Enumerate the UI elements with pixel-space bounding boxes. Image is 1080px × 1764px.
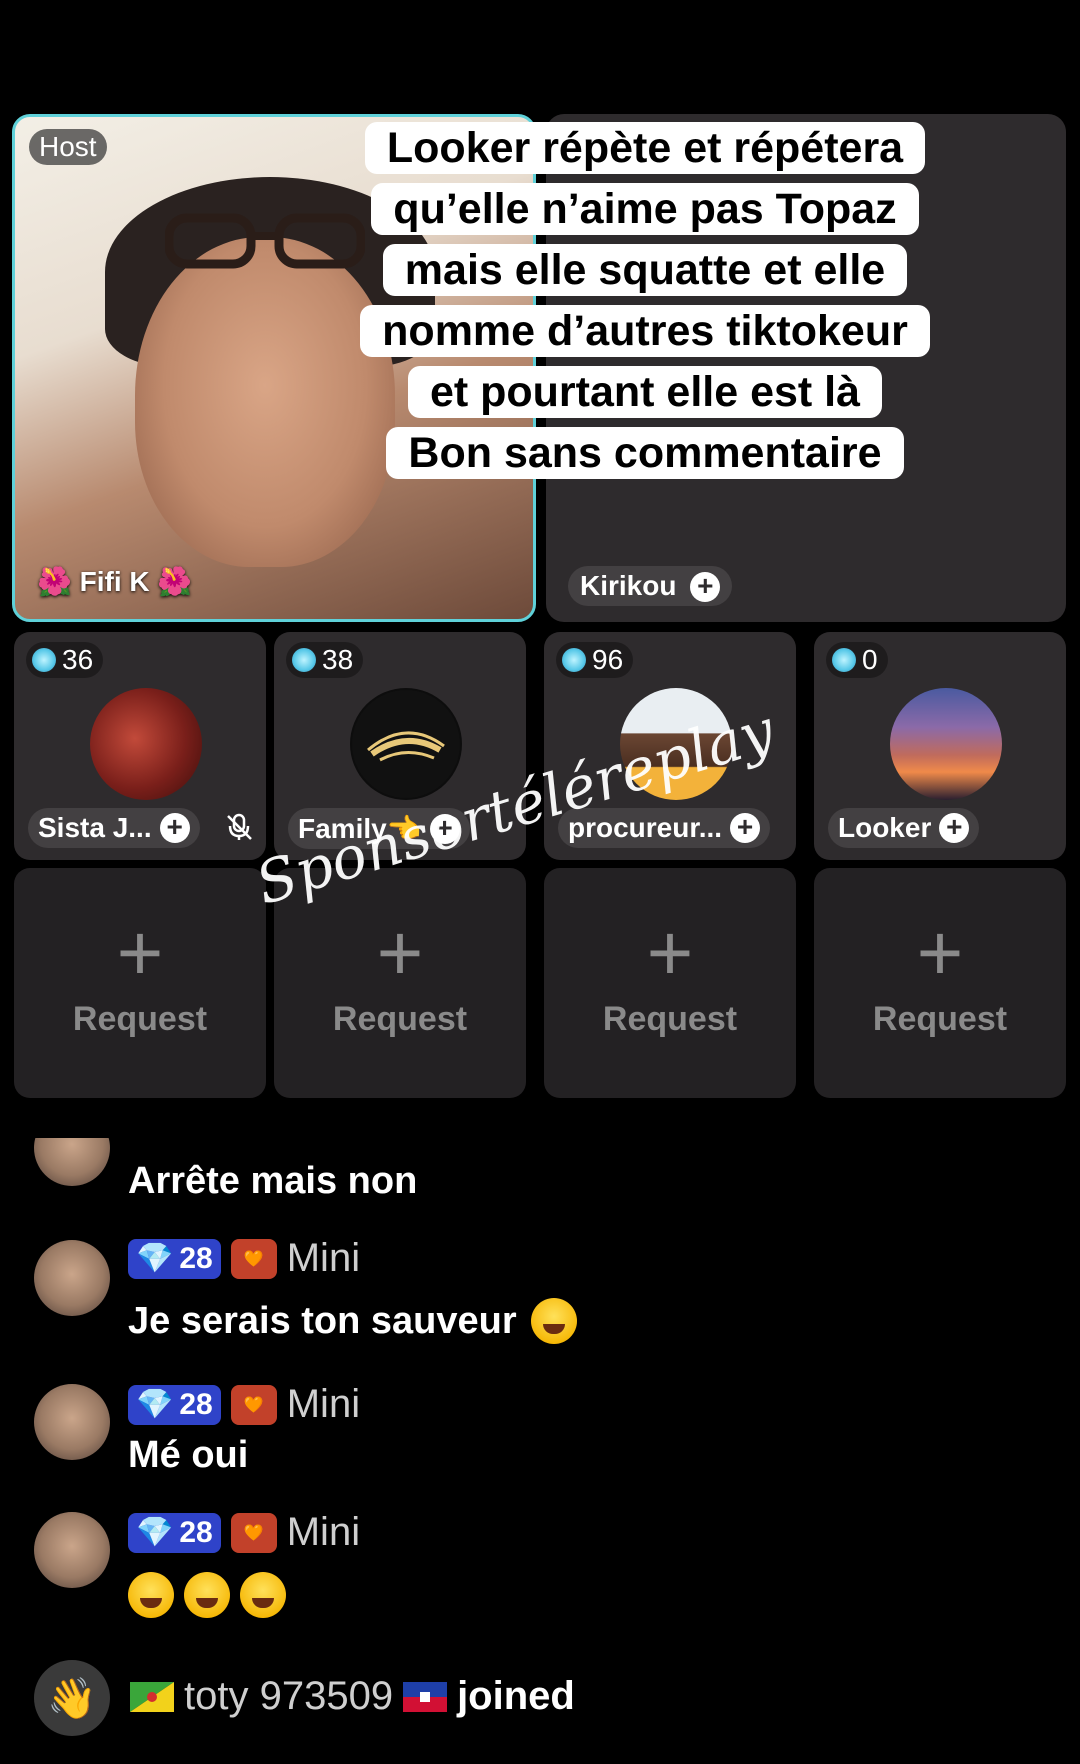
score-badge: 96 [556, 642, 634, 678]
level-badge: 💎 28 [128, 1238, 221, 1279]
chat-meta: 💎 28 🧡 Mini [128, 1236, 360, 1281]
host-name: 🌺 Fifi K 🌺 [37, 566, 193, 597]
mic-off-icon [227, 813, 252, 840]
gem-icon [562, 648, 586, 672]
caption-line: et pourtant elle est là [407, 366, 883, 418]
score-value: 0 [862, 644, 878, 675]
flag-icon [130, 1681, 174, 1712]
request-slot-1[interactable]: + Request [14, 868, 266, 1098]
plus-icon[interactable]: + [939, 813, 970, 843]
caption-line: qu’elle n’aime pas Topaz [371, 183, 919, 235]
score-badge: 36 [26, 642, 104, 678]
diamond-icon: 💎 [136, 1516, 174, 1549]
guest-name-label: Looker [838, 812, 932, 843]
caption-line: nomme d’autres tiktokeur [360, 305, 930, 357]
laughing-emoji-icon [184, 1572, 230, 1618]
flag-icon [403, 1681, 448, 1712]
score-value: 36 [62, 644, 94, 675]
avatar[interactable] [890, 688, 1002, 800]
guest-tile-1[interactable]: 36 Sista J... + [14, 632, 266, 860]
diamond-icon: 💎 [136, 1242, 174, 1275]
avatar[interactable] [34, 1512, 110, 1588]
avatar[interactable] [90, 688, 202, 800]
guest-tile-4[interactable]: 0 Looker + [814, 632, 1066, 860]
family-tv-logo [352, 690, 460, 798]
wave-hand-icon[interactable]: 👋 [34, 1660, 110, 1736]
chat-message: Mé oui [128, 1434, 249, 1476]
guest-name-label: Sista J... [38, 812, 152, 843]
gem-icon [832, 648, 856, 672]
diamond-icon: 💎 [136, 1388, 174, 1421]
host-badge: Host [29, 129, 107, 165]
score-value: 38 [322, 644, 354, 675]
caption-line: Looker répète et répétera [364, 122, 926, 174]
guest-name-label: Kirikou [580, 570, 677, 601]
caption-overlay: Looker répète et répétera qu’elle n’aime… [320, 118, 970, 484]
plus-icon: + [116, 908, 164, 997]
chat-message: Je serais ton sauveur [128, 1299, 517, 1342]
request-label: Request [332, 1000, 468, 1038]
laughing-emoji-icon [240, 1572, 286, 1618]
avatar[interactable] [34, 1240, 110, 1316]
plus-icon: + [376, 908, 424, 997]
level-value: 28 [179, 1387, 213, 1421]
join-username[interactable]: toty 973509 [184, 1674, 393, 1719]
caption-line: mais elle squatte et elle [382, 244, 908, 296]
avatar[interactable] [34, 1138, 110, 1186]
score-value: 96 [592, 644, 624, 675]
level-value: 28 [179, 1515, 213, 1549]
guest-name-pill[interactable]: Looker + [828, 808, 980, 848]
guest-name-pill[interactable]: Kirikou + [568, 566, 733, 606]
request-slot-3[interactable]: + Request [544, 868, 796, 1098]
heart-icon: 🧡 [230, 1512, 277, 1553]
request-label: Request [72, 1000, 208, 1038]
chat-message-row: Je serais ton sauveur [128, 1298, 577, 1344]
request-label: Request [602, 1000, 738, 1038]
gem-icon [292, 648, 316, 672]
guest-name-pill[interactable]: Sista J... + [28, 808, 200, 848]
plus-icon[interactable]: + [690, 572, 721, 602]
request-label: Request [872, 1000, 1008, 1038]
level-value: 28 [179, 1241, 213, 1275]
request-slot-4[interactable]: + Request [814, 868, 1066, 1098]
emoji-row [128, 1572, 286, 1618]
chat-meta: 💎 28 🧡 Mini [128, 1382, 360, 1427]
avatar[interactable] [350, 688, 462, 800]
score-badge: 0 [826, 642, 888, 678]
join-notification: toty 973509 joined [130, 1674, 575, 1719]
caption-line: Bon sans commentaire [386, 427, 904, 479]
chat-username[interactable]: Mini [287, 1510, 360, 1555]
plus-icon: + [646, 908, 694, 997]
avatar[interactable] [34, 1384, 110, 1460]
score-badge: 38 [286, 642, 364, 678]
plus-icon[interactable]: + [159, 813, 190, 843]
level-badge: 💎 28 [128, 1384, 221, 1425]
plus-icon[interactable]: + [730, 813, 761, 843]
plus-icon: + [916, 908, 964, 997]
heart-icon: 🧡 [230, 1238, 277, 1279]
chat-meta: 💎 28 🧡 Mini [128, 1510, 360, 1555]
level-badge: 💎 28 [128, 1512, 221, 1553]
chat-username[interactable]: Mini [287, 1382, 360, 1427]
join-action: joined [457, 1674, 575, 1718]
heart-icon: 🧡 [230, 1384, 277, 1425]
chat-message: Arrête mais non [128, 1160, 418, 1202]
laughing-emoji-icon [530, 1298, 577, 1344]
laughing-emoji-icon [128, 1572, 174, 1618]
gem-icon [32, 648, 56, 672]
chat-username[interactable]: Mini [287, 1236, 360, 1281]
